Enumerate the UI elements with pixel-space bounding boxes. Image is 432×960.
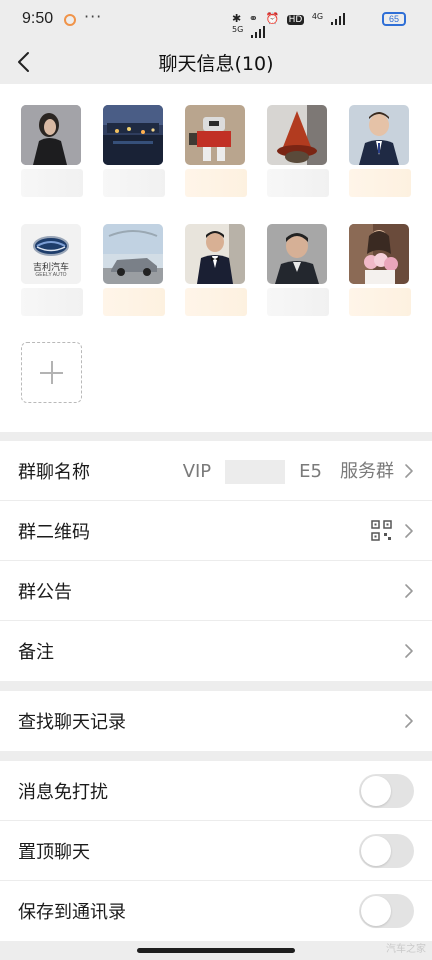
member-item[interactable] xyxy=(21,105,83,197)
member-avatar-car[interactable] xyxy=(103,224,163,284)
chevron-right-icon xyxy=(405,714,413,728)
watermark: 汽车之家 xyxy=(386,944,426,955)
group-settings-section: 群聊名称 VIP E5 服务群 群二维码 群公告 备注 xyxy=(0,441,432,681)
member-item[interactable] xyxy=(349,105,411,197)
toggle-section: 消息免打扰 置顶聊天 保存到通讯录 xyxy=(0,761,432,941)
group-name-value: VIP E5 服务群 xyxy=(183,457,394,484)
group-name-row[interactable]: 群聊名称 VIP E5 服务群 xyxy=(0,441,432,501)
system-icons: ✱ ⚭ ⏰ HD 4G 5G xyxy=(232,12,367,38)
pin-toggle[interactable] xyxy=(359,834,414,868)
battery-level: 65 xyxy=(388,14,399,24)
save-contacts-label: 保存到通讯录 xyxy=(18,902,126,923)
remark-label: 备注 xyxy=(18,642,54,663)
chevron-right-icon xyxy=(405,644,413,658)
pin-label: 置顶聊天 xyxy=(18,842,90,863)
member-avatar-geely-logo[interactable]: 吉利汽车 GEELY AUTO xyxy=(21,224,81,284)
member-name-blurred xyxy=(267,288,329,316)
member-item[interactable] xyxy=(349,224,411,316)
member-avatar-man-suit[interactable] xyxy=(349,105,409,165)
signal-icon-1 xyxy=(330,13,345,25)
search-history-row[interactable]: 查找聊天记录 xyxy=(0,691,432,751)
member-avatar-night-city[interactable] xyxy=(103,105,163,165)
group-name-redacted xyxy=(225,460,286,484)
toggle-knob xyxy=(361,896,391,926)
member-item[interactable] xyxy=(103,224,165,316)
mute-label: 消息免打扰 xyxy=(18,782,108,803)
search-section: 查找聊天记录 xyxy=(0,691,432,751)
mute-row: 消息免打扰 xyxy=(0,761,432,821)
member-item[interactable] xyxy=(103,105,165,197)
chevron-right-icon xyxy=(405,464,413,478)
member-name-blurred xyxy=(267,169,329,197)
member-avatar-woman[interactable] xyxy=(21,105,81,165)
member-item[interactable] xyxy=(185,105,247,197)
toggle-knob xyxy=(361,836,391,866)
network-4g-label: 4G xyxy=(311,12,324,21)
group-name-label: 群聊名称 xyxy=(18,462,90,483)
member-item[interactable] xyxy=(185,224,247,316)
member-name-blurred xyxy=(349,169,411,197)
member-avatar-man-bowtie[interactable] xyxy=(185,224,245,284)
member-avatar-woman-flowers[interactable] xyxy=(349,224,409,284)
home-indicator[interactable] xyxy=(137,948,295,953)
member-item[interactable]: 吉利汽车 GEELY AUTO xyxy=(21,224,83,316)
member-grid: 吉利汽车 GEELY AUTO xyxy=(0,84,432,432)
group-qr-row[interactable]: 群二维码 xyxy=(0,501,432,561)
status-time: 9:50 xyxy=(22,10,54,27)
member-avatar-robot-toy[interactable] xyxy=(185,105,245,165)
member-name-blurred xyxy=(185,169,247,197)
group-name-suffix: E5 xyxy=(299,461,322,482)
group-notice-label: 群公告 xyxy=(18,582,72,603)
chevron-right-icon xyxy=(405,524,413,538)
chevron-right-icon xyxy=(405,584,413,598)
group-notice-row[interactable]: 群公告 xyxy=(0,561,432,621)
alarm-icon: ⏰ xyxy=(265,12,280,25)
member-name-blurred xyxy=(103,169,165,197)
group-name-prefix: VIP xyxy=(182,461,212,482)
member-name-blurred xyxy=(103,288,165,316)
member-avatar-witch-hat[interactable] xyxy=(267,105,327,165)
status-bar: 9:50 ··· ✱ ⚭ ⏰ HD 4G 5G 65 xyxy=(0,0,432,40)
member-name-blurred xyxy=(21,169,83,197)
qr-code-icon xyxy=(371,520,392,541)
mute-toggle[interactable] xyxy=(359,774,414,808)
save-contacts-toggle[interactable] xyxy=(359,894,414,928)
page-title: 聊天信息(10) xyxy=(158,53,274,75)
group-name-tail: 服务群 xyxy=(340,461,394,482)
bluetooth-icon: ✱ xyxy=(232,12,242,25)
member-name-blurred xyxy=(349,288,411,316)
signal-icon-2 xyxy=(250,26,265,38)
save-contacts-row: 保存到通讯录 xyxy=(0,881,432,941)
member-avatar-man-shirt[interactable] xyxy=(267,224,327,284)
member-name-blurred xyxy=(21,288,83,316)
remark-row[interactable]: 备注 xyxy=(0,621,432,681)
nav-bar: 聊天信息(10) xyxy=(0,40,432,84)
notification-icon xyxy=(64,14,76,26)
group-qr-label: 群二维码 xyxy=(18,522,90,543)
member-item[interactable] xyxy=(267,105,329,197)
search-history-label: 查找聊天记录 xyxy=(18,712,126,733)
member-name-blurred xyxy=(185,288,247,316)
member-item[interactable] xyxy=(267,224,329,316)
link-icon: ⚭ xyxy=(248,12,258,25)
geely-logo-subtext: GEELY AUTO xyxy=(35,272,67,278)
more-notifications-icon: ··· xyxy=(84,7,103,26)
network-5g-label: 5G xyxy=(232,25,244,34)
battery-icon: 65 xyxy=(382,12,406,26)
add-member-button[interactable] xyxy=(21,342,82,403)
toggle-knob xyxy=(361,776,391,806)
pin-row: 置顶聊天 xyxy=(0,821,432,881)
hd-badge: HD xyxy=(286,15,305,25)
